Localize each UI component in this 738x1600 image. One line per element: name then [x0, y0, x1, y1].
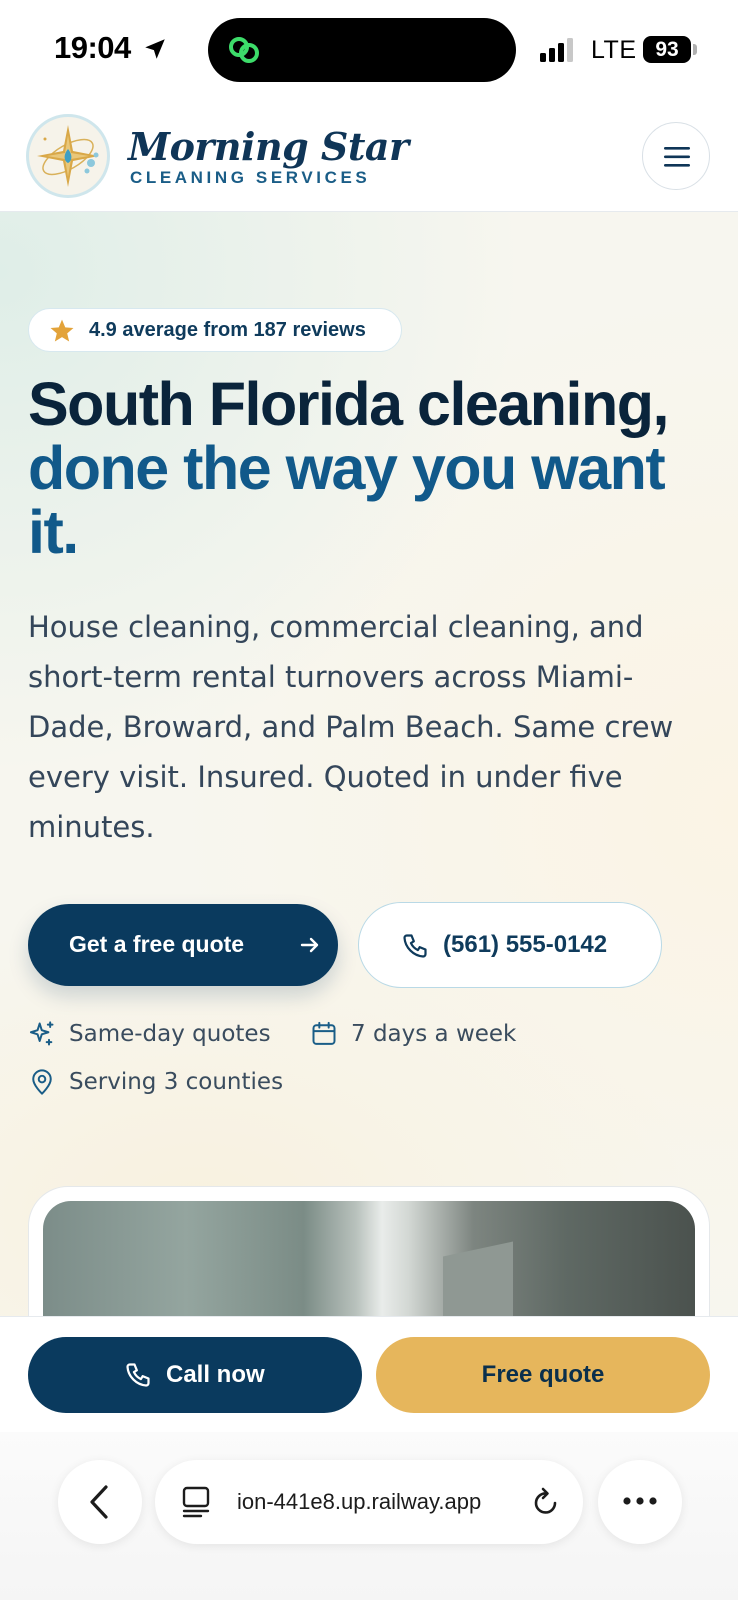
brand-name[interactable]: Morning Star [128, 124, 409, 169]
get-quote-button[interactable]: Get a free quote [28, 904, 338, 986]
feature-seven-days: 7 days a week [310, 1020, 540, 1052]
back-button[interactable] [58, 1460, 142, 1544]
arrow-right-icon [300, 937, 319, 953]
signal-icon [540, 38, 573, 62]
feature-same-day: Same-day quotes [28, 1020, 288, 1052]
page-tabs-icon [182, 1486, 210, 1518]
call-now-label: Call now [166, 1361, 265, 1388]
headline-line-2: done the way you want it. [28, 434, 666, 566]
feature-seven-days-label: 7 days a week [351, 1021, 517, 1047]
free-quote-label: Free quote [481, 1361, 605, 1388]
headline-line-1: South Florida cleaning, [28, 370, 669, 438]
address-bar[interactable]: ion-441e8.up.railway.app [155, 1460, 583, 1544]
battery-cap [693, 44, 697, 55]
page-title: South Florida cleaning, done the way you… [28, 372, 728, 564]
status-time: 19:04 [54, 30, 131, 65]
menu-button[interactable] [642, 122, 710, 190]
feature-counties-label: Serving 3 counties [69, 1069, 284, 1095]
feature-counties: Serving 3 counties [28, 1068, 328, 1100]
phone-icon [403, 934, 427, 958]
call-now-button[interactable]: Call now [28, 1337, 362, 1413]
rating-text: 4.9 average from 187 reviews [89, 319, 366, 341]
phone-icon [126, 1363, 150, 1387]
browser-toolbar: ion-441e8.up.railway.app [0, 1432, 738, 1600]
compass-star-icon [37, 125, 99, 187]
get-quote-label: Get a free quote [69, 931, 245, 957]
feature-same-day-label: Same-day quotes [69, 1021, 271, 1047]
ellipsis-icon [623, 1497, 657, 1505]
free-quote-button[interactable]: Free quote [376, 1337, 710, 1413]
status-bar: 19:04 LTE 93 [0, 0, 738, 100]
rating-badge: 4.9 average from 187 reviews [28, 308, 402, 352]
site-header: Morning Star CLEANING SERVICES [0, 100, 738, 212]
hero-description: House cleaning, commercial cleaning, and… [28, 610, 674, 844]
hero-section: 4.9 average from 187 reviews South Flori… [0, 212, 738, 1391]
link-activity-icon [229, 37, 259, 63]
phone-number: (561) 555-0142 [443, 931, 608, 958]
chevron-left-icon [90, 1485, 108, 1519]
hamburger-icon [664, 147, 690, 167]
logo-icon[interactable] [26, 114, 110, 198]
calendar-icon [312, 1021, 336, 1045]
brand-tagline: CLEANING SERVICES [130, 168, 371, 187]
battery-icon: 93 [643, 36, 691, 63]
sparkle-icon [29, 1021, 54, 1046]
phone-button[interactable]: (561) 555-0142 [358, 902, 662, 988]
reload-icon[interactable] [531, 1486, 561, 1518]
sticky-action-bar: Call now Free quote [0, 1316, 738, 1432]
map-pin-icon [32, 1069, 52, 1095]
dynamic-island [208, 18, 516, 82]
location-arrow-icon [145, 39, 165, 59]
url-text: ion-441e8.up.railway.app [237, 1489, 482, 1514]
more-options-button[interactable] [598, 1460, 682, 1544]
star-icon [50, 319, 74, 342]
network-type: LTE [591, 36, 637, 64]
